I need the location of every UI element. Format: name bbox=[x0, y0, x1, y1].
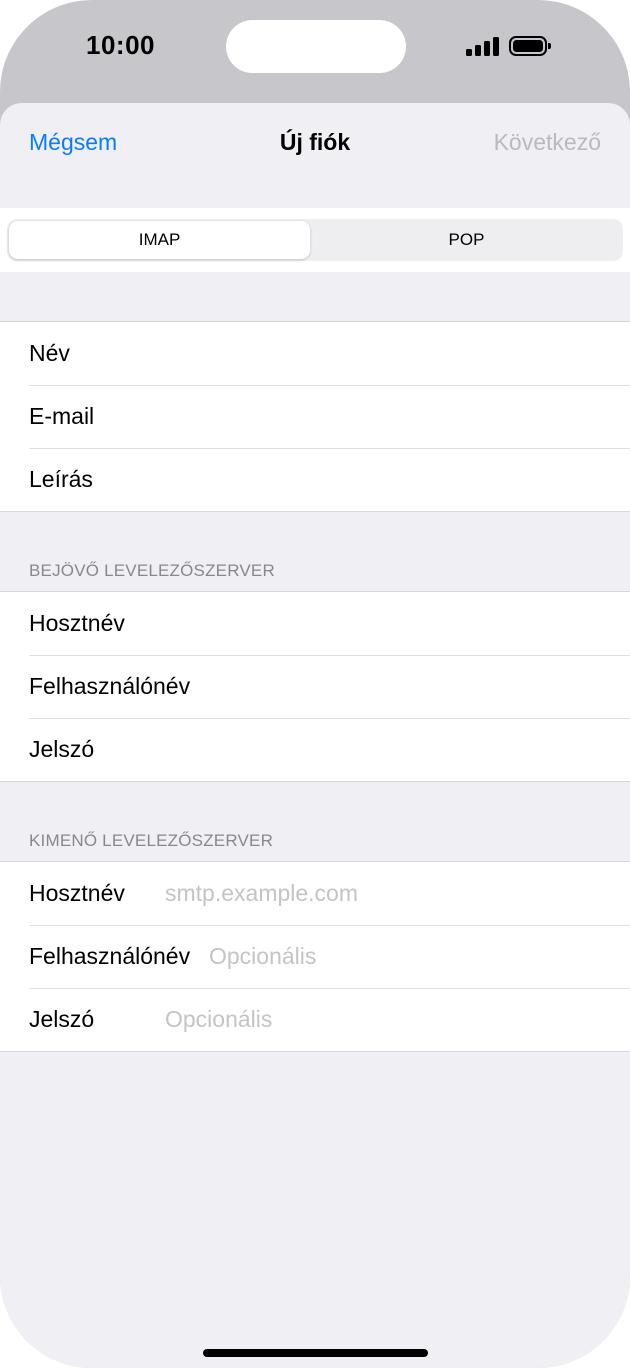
incoming-hostname-label: Hosztnév bbox=[29, 610, 125, 636]
signal-icon bbox=[466, 36, 500, 56]
description-field[interactable]: Leírás bbox=[0, 448, 630, 511]
incoming-password-field[interactable]: Jelszó bbox=[0, 718, 630, 781]
incoming-username-field[interactable]: Felhasználónév bbox=[0, 655, 630, 718]
incoming-username-label: Felhasználónév bbox=[29, 673, 191, 699]
outgoing-username-field[interactable]: Felhasználónév Opcionális bbox=[0, 925, 630, 988]
next-button[interactable]: Következő bbox=[494, 129, 601, 156]
segment-pop[interactable]: POP bbox=[312, 221, 621, 259]
name-field[interactable]: Név bbox=[0, 322, 630, 385]
description-label: Leírás bbox=[29, 466, 93, 492]
name-label: Név bbox=[29, 340, 70, 366]
protocol-selector-container: IMAP POP bbox=[0, 208, 630, 272]
outgoing-username-label: Felhasználónév bbox=[29, 943, 191, 969]
status-time: 10:00 bbox=[86, 30, 155, 60]
email-field[interactable]: E-mail bbox=[0, 385, 630, 448]
outgoing-password-field[interactable]: Jelszó Opcionális bbox=[0, 988, 630, 1051]
outgoing-username-input[interactable]: Opcionális bbox=[209, 925, 316, 988]
outgoing-hostname-field[interactable]: Hosztnév smtp.example.com bbox=[0, 862, 630, 925]
battery-icon bbox=[509, 36, 551, 56]
outgoing-password-label: Jelszó bbox=[29, 1006, 95, 1032]
protocol-segmented-control: IMAP POP bbox=[7, 219, 623, 261]
account-info-group: Név E-mail Leírás bbox=[0, 321, 630, 512]
outgoing-hostname-label: Hosztnév bbox=[29, 880, 125, 906]
email-label: E-mail bbox=[29, 403, 95, 429]
incoming-server-header: BEJÖVŐ LEVELEZŐSZERVER bbox=[0, 512, 630, 591]
phone-frame: 10:00 Mégsem Új fiók Következő IMAP POP … bbox=[0, 0, 630, 1368]
outgoing-password-input[interactable]: Opcionális bbox=[165, 988, 272, 1051]
incoming-hostname-field[interactable]: Hosztnév bbox=[0, 592, 630, 655]
home-indicator[interactable] bbox=[203, 1349, 428, 1357]
outgoing-server-header-label: KIMENŐ LEVELEZŐSZERVER bbox=[29, 831, 274, 850]
dynamic-island bbox=[226, 20, 406, 73]
incoming-server-header-label: BEJÖVŐ LEVELEZŐSZERVER bbox=[29, 561, 275, 580]
outgoing-server-group: Hosztnév smtp.example.com Felhasználónév… bbox=[0, 861, 630, 1052]
outgoing-hostname-input[interactable]: smtp.example.com bbox=[165, 862, 358, 925]
incoming-server-group: Hosztnév Felhasználónév Jelszó bbox=[0, 591, 630, 782]
outgoing-server-header: KIMENŐ LEVELEZŐSZERVER bbox=[0, 782, 630, 861]
incoming-password-label: Jelszó bbox=[29, 736, 95, 762]
new-account-sheet: Mégsem Új fiók Következő IMAP POP Név E-… bbox=[0, 103, 630, 1368]
nav-bar: Mégsem Új fiók Következő bbox=[0, 103, 630, 208]
segment-imap[interactable]: IMAP bbox=[9, 221, 310, 259]
